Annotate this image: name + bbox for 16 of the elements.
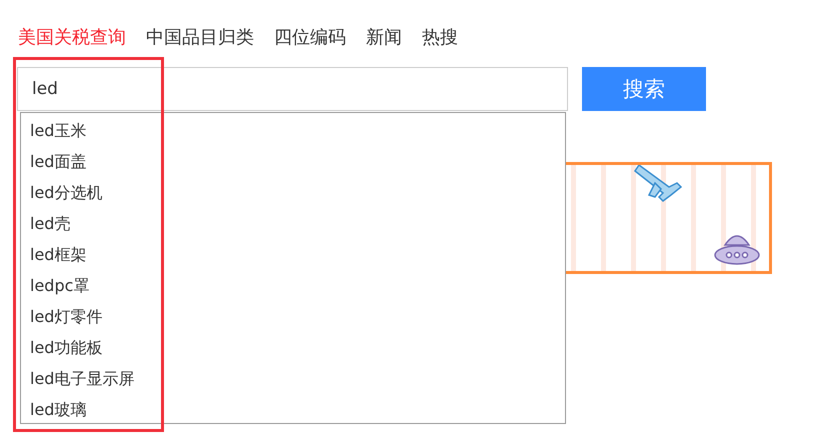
suggestion-item[interactable]: led框架 [21,239,86,270]
nav-tab[interactable]: 新闻 [366,26,402,56]
nav-tab[interactable]: 中国品目归类 [146,26,254,56]
suggestion-item[interactable]: led灯零件 [21,301,102,332]
suggestion-item[interactable]: led电子显示屏 [21,363,134,394]
nav-tab[interactable]: 热搜 [422,26,458,56]
search-field[interactable]: led [17,67,568,111]
suggestion-item[interactable]: led分选机 [21,177,102,208]
nav-tab[interactable]: 四位编码 [274,26,346,56]
nav-tab[interactable]: 美国关税查询 [18,26,126,56]
suggestion-item[interactable]: led面盖 [21,146,86,177]
suggestion-item[interactable]: ledpc罩 [21,270,90,301]
suggestion-item[interactable]: led功能板 [21,332,102,363]
suggestion-item[interactable]: led壳 [21,208,70,239]
suggestion-item[interactable]: led玉米 [21,115,86,146]
suggestion-item[interactable]: led玻璃 [21,394,86,425]
